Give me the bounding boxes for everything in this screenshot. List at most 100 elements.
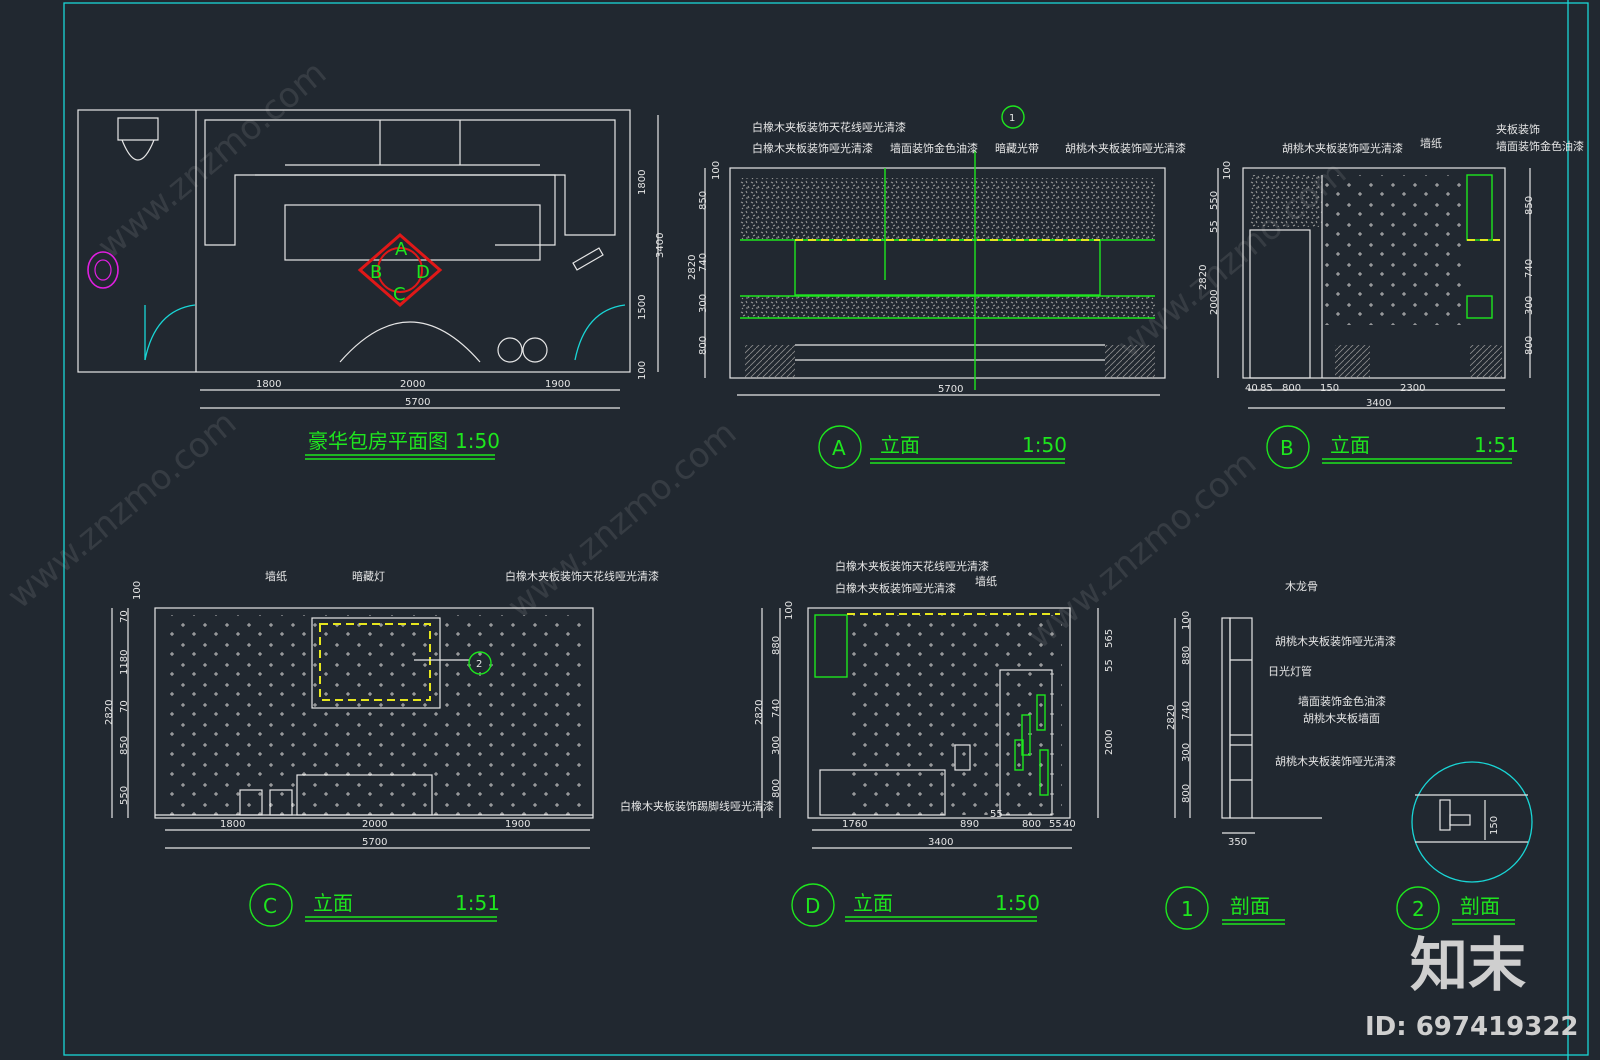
- elev-d-dim: 55: [990, 809, 1003, 820]
- watermark: www.znzmo.com: [0, 403, 244, 617]
- elev-d-vdim: 880: [771, 636, 782, 655]
- elev-d-vdim: 55: [1104, 659, 1115, 672]
- plan-dim: 1800: [256, 379, 281, 390]
- elev-a-title: 立面: [880, 433, 920, 457]
- elev-d-note: 白橡木夹板装饰天花线哑光清漆: [835, 559, 989, 573]
- plan-tag-a: A: [395, 239, 408, 260]
- elev-b-note: 胡桃木夹板装饰哑光清漆: [1282, 141, 1403, 155]
- elev-b-vdim: 100: [1222, 161, 1233, 180]
- elev-c-note: 暗藏灯: [352, 569, 385, 583]
- elev-d-vdim: 565: [1104, 629, 1115, 648]
- section-1: 木龙骨 胡桃木夹板装饰哑光清漆 日光灯管 墙面装饰金色油漆 胡桃木夹板墙面 胡桃…: [1165, 580, 1396, 930]
- elev-b-tag: B: [1280, 436, 1294, 460]
- plan-tag-d: D: [416, 262, 430, 283]
- elev-d-vdim: 2820: [754, 700, 765, 725]
- elev-b-vdim: 850: [1524, 196, 1535, 215]
- elev-c-vdim: 70: [119, 610, 130, 623]
- watermark: www.znzmo.com: [500, 413, 744, 627]
- elev-b-scale: 1:51: [1474, 433, 1519, 457]
- elev-b-dim: 3400: [1366, 398, 1391, 409]
- elev-c-vdim: 2820: [104, 700, 115, 725]
- watermark: www.znzmo.com: [90, 53, 334, 267]
- elev-c-scale: 1:51: [455, 891, 500, 915]
- elev-b-dim: 85: [1260, 383, 1273, 394]
- sec1-dim: 350: [1228, 837, 1247, 848]
- sec1-note: 木龙骨: [1285, 580, 1318, 593]
- sec1-vdim: 2820: [1166, 705, 1177, 730]
- elev-d-vdim: 2000: [1104, 730, 1115, 755]
- sec1-vdim: 800: [1181, 784, 1192, 803]
- elev-d-dim: 3400: [928, 837, 953, 848]
- elev-c-note: 白橡木夹板装饰踢脚线哑光清漆: [620, 799, 774, 813]
- elev-c-title: 立面: [313, 891, 353, 915]
- sec2-title: 剖面: [1460, 894, 1500, 918]
- sheet-border: [63, 2, 1589, 1056]
- elev-d-dim: 40: [1063, 819, 1076, 830]
- elev-d-vdim: 100: [784, 601, 795, 620]
- elev-b-title: 立面: [1330, 433, 1370, 457]
- elev-d-scale: 1:50: [995, 891, 1040, 915]
- elev-c-note: 墙纸: [265, 569, 287, 583]
- elev-b-vdim: 2820: [1198, 265, 1209, 290]
- elev-d-vdim: 800: [771, 779, 782, 798]
- elev-c-note: 白橡木夹板装饰天花线哑光清漆: [505, 569, 659, 583]
- elev-a-note: 白橡木夹板装饰天花线哑光清漆: [752, 120, 906, 134]
- elev-b-vdim: 2000: [1209, 290, 1220, 315]
- elev-a-vdim: 2820: [687, 255, 698, 280]
- elev-a-dim: 5700: [938, 384, 963, 395]
- elev-b-vdim: 55: [1209, 220, 1220, 233]
- elevation-b: 胡桃木夹板装饰哑光清漆 墙纸 夹板装饰 墙面装饰金色油漆 40 85 800 1…: [1198, 122, 1584, 469]
- elev-c-vdim: 100: [132, 581, 143, 600]
- elev-c-vdim: 850: [119, 736, 130, 755]
- elev-c-vdim: 70: [119, 700, 130, 713]
- elev-d-title: 立面: [853, 891, 893, 915]
- elev-d-vdim: 740: [771, 699, 782, 718]
- floor-plan: A B C D 1800 2000 1900 5700 1800 3400 15…: [77, 109, 666, 460]
- elev-d-dim: 800: [1022, 819, 1041, 830]
- plan-vdim: 1500: [637, 295, 648, 320]
- sec1-tag: 1: [1181, 897, 1194, 921]
- elev-b-dim: 800: [1282, 383, 1301, 394]
- plan-title: 豪华包房平面图: [308, 429, 448, 453]
- elevation-a: 1 白橡木夹板装饰天花线哑光清漆 白橡木夹板装饰哑光清漆 墙面装饰金色油漆 暗藏…: [687, 105, 1186, 469]
- elev-a-vdim: 800: [698, 336, 709, 355]
- plan-dim: 5700: [405, 397, 430, 408]
- elev-d-tag: D: [805, 894, 820, 918]
- cad-drawing-canvas: www.znzmo.com www.znzmo.com www.znzmo.co…: [0, 0, 1589, 1060]
- elev-b-dim: 40: [1245, 383, 1258, 394]
- elev-b-note: 墙面装饰金色油漆: [1496, 139, 1584, 153]
- elev-d-dim: 1760: [842, 819, 867, 830]
- elev-b-dim: 2300: [1400, 383, 1425, 394]
- plan-tag-b: B: [370, 262, 382, 283]
- brand-logo: 知末: [1410, 931, 1526, 999]
- elev-a-marker: 1: [1009, 113, 1015, 124]
- elev-d-vdim: 300: [771, 736, 782, 755]
- elev-a-scale: 1:50: [1022, 433, 1067, 457]
- elev-b-vdim: 550: [1209, 191, 1220, 210]
- sec1-vdim: 300: [1181, 743, 1192, 762]
- sec1-vdim: 100: [1181, 611, 1192, 630]
- elev-c-vdim: 550: [119, 786, 130, 805]
- brand-id: ID: 697419322: [1365, 1012, 1579, 1042]
- elev-b-note: 墙纸: [1420, 136, 1442, 150]
- plan-tag-c: C: [393, 284, 406, 305]
- elev-a-note: 暗藏光带: [995, 141, 1039, 155]
- sec1-title: 剖面: [1230, 894, 1270, 918]
- section-2: 150 2 剖面: [1396, 761, 1533, 930]
- plan-vdim: 1800: [637, 170, 648, 195]
- elev-b-vdim: 740: [1524, 259, 1535, 278]
- elev-b-note: 夹板装饰: [1496, 122, 1540, 136]
- plan-vdim: 100: [637, 361, 648, 380]
- elev-b-vdim: 800: [1524, 336, 1535, 355]
- elev-d-note: 墙纸: [975, 574, 997, 588]
- elev-c-dim: 1900: [505, 819, 530, 830]
- elev-a-tag: A: [832, 436, 846, 460]
- sec1-note: 胡桃木夹板装饰哑光清漆: [1275, 754, 1396, 768]
- sec1-note: 墙面装饰金色油漆: [1298, 694, 1386, 708]
- sec1-note: 胡桃木夹板装饰哑光清漆: [1275, 634, 1396, 648]
- plan-scale: 1:50: [455, 429, 500, 453]
- sec2-tag: 2: [1412, 897, 1425, 921]
- sec1-vdim: 740: [1181, 701, 1192, 720]
- elev-c-tag: C: [263, 894, 277, 918]
- elev-c-marker: 2: [476, 659, 482, 670]
